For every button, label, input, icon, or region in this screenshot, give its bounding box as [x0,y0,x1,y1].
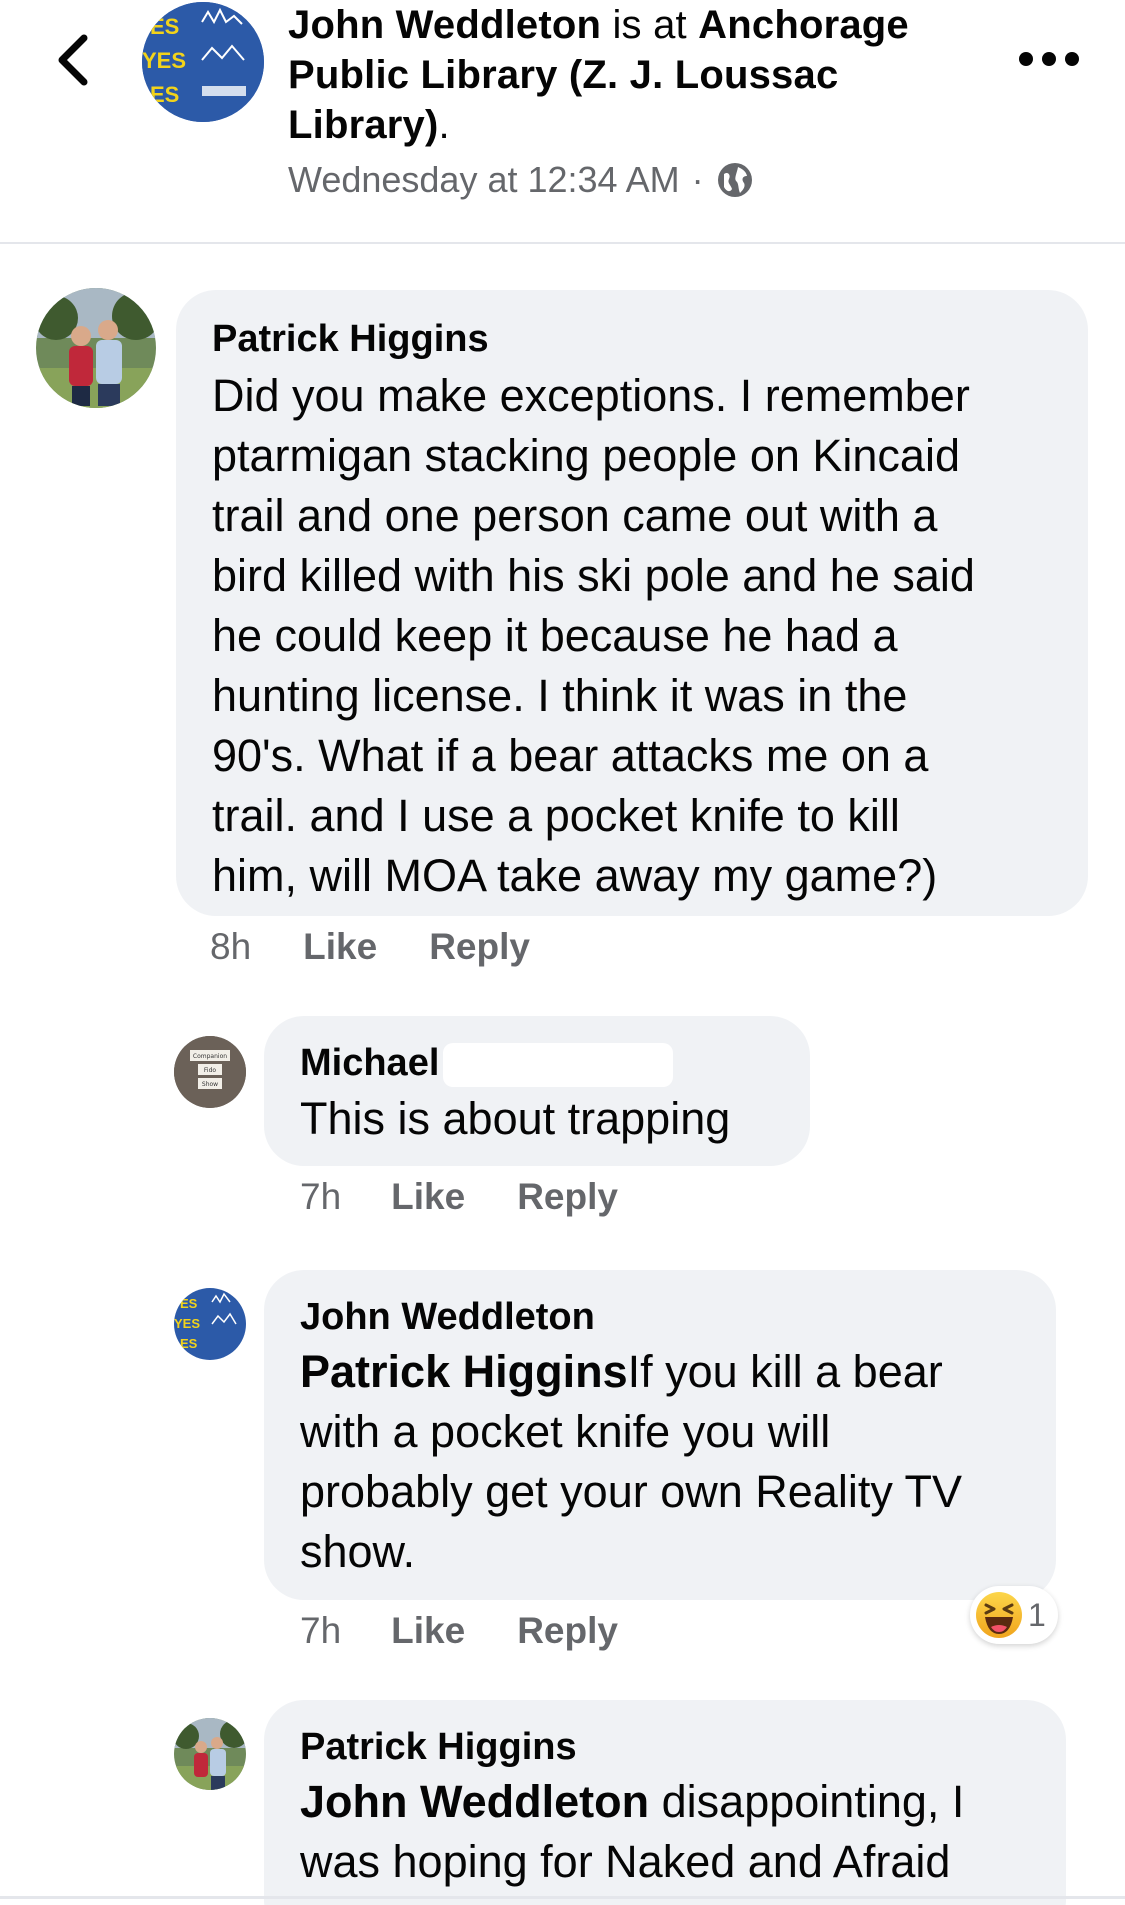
comment-actions: 7h Like Reply [300,1610,618,1652]
comment-line: hunting license. I think it was in the [212,670,908,721]
comment-time[interactable]: 8h [210,926,251,968]
place-link-line3[interactable]: Library) [288,103,439,147]
place-link-line1[interactable]: Anchorage [698,3,909,47]
more-dot-icon [1019,52,1033,66]
comment-line: Did you make exceptions. I remember [212,370,970,421]
reply-button[interactable]: Reply [517,1176,618,1218]
comment-line: trail and one person came out with a [212,490,938,541]
svg-text:YES: YES [174,1316,200,1331]
comment-line: bird killed with his ski pole and he sai… [212,550,975,601]
comment-line-text: If you kill a bear [627,1346,943,1397]
svg-text:ES: ES [180,1336,198,1351]
svg-text:Show: Show [202,1081,218,1088]
post-header-text: John Weddleton is at Anchorage Public Li… [288,0,1008,202]
comment-text: This is about trapping [300,1089,774,1149]
back-button[interactable] [44,30,104,90]
comment-time[interactable]: 7h [300,1610,341,1652]
place-link-line2[interactable]: Public Library (Z. J. Loussac [288,53,838,97]
reaction-summary[interactable]: 1 [970,1586,1058,1644]
comment-line: 90's. What if a bear attacks me on a [212,730,929,781]
page-name-link[interactable]: John Weddleton [288,3,601,47]
page-avatar[interactable]: ES YES ES [142,2,264,122]
reply-button[interactable]: Reply [517,1610,618,1652]
reply-button[interactable]: Reply [429,926,530,968]
avatar[interactable] [174,1718,246,1790]
more-options-button[interactable] [1019,44,1079,74]
comment-line: trail. and I use a pocket knife to kill [212,790,900,841]
comment-bubble[interactable]: Patrick Higgins John Weddleton disappoin… [264,1700,1066,1905]
comment-line: John Weddleton disappointing, I [300,1772,1030,1832]
post-meta: Wednesday at 12:34 AM · [288,158,1008,202]
comment-line: was hoping for Naked and Afraid [300,1836,951,1887]
comment-bubble[interactable]: Michael This is about trapping [264,1016,810,1166]
post-title-line3: Library). [288,100,1008,150]
comment-line: him, will MOA take away my game?) [212,850,938,901]
avatar[interactable]: ES YES ES [174,1288,246,1360]
comment-text: Did you make exceptions. I remember ptar… [212,366,1052,906]
svg-text:ES: ES [150,82,179,107]
title-connector: is at [601,3,699,47]
comment-line: he could keep it because he had a [212,610,898,661]
comment-line: show. [300,1526,416,1577]
comment-actions: 8h Like Reply [210,926,530,968]
post-title: John Weddleton is at Anchorage [288,0,1008,50]
comment-author[interactable]: John Weddleton [300,1294,1020,1340]
comment-line: ptarmigan stacking people on Kincaid [212,430,960,481]
more-dot-icon [1042,52,1056,66]
post-timestamp[interactable]: Wednesday at 12:34 AM [288,158,680,202]
comment-author[interactable]: Patrick Higgins [212,316,1052,362]
comment-line: This is about trapping [300,1092,731,1144]
haha-reaction-icon [976,1592,1022,1638]
comment: Patrick Higgins Did you make exceptions.… [0,286,1125,986]
redaction-block [443,1042,674,1087]
avatar[interactable] [36,288,156,408]
title-suffix: . [438,103,450,147]
svg-text:ES: ES [180,1296,198,1311]
svg-text:ES: ES [150,14,179,39]
more-dot-icon [1065,52,1079,66]
svg-text:Companion: Companion [193,1053,227,1060]
comment: Companion Fido Show Michael This is abou… [0,1016,1125,1246]
comment-line-text: disappointing, I [649,1776,965,1827]
bottom-divider [0,1896,1125,1899]
comment-actions: 7h Like Reply [300,1176,618,1218]
globe-icon[interactable] [716,161,754,199]
comment-bubble[interactable]: Patrick Higgins Did you make exceptions.… [176,290,1088,916]
comment-author[interactable]: Michael [300,1040,774,1087]
comment-text: Patrick HigginsIf you kill a bear with a… [300,1342,1020,1582]
comment-line: with a pocket knife you will [300,1406,831,1457]
mention-link[interactable]: John Weddleton [300,1776,649,1827]
comment-bubble[interactable]: John Weddleton Patrick HigginsIf you kil… [264,1270,1056,1600]
reaction-count: 1 [1028,1596,1046,1633]
comment: ES YES ES John Weddleton Patrick Higgins… [0,1270,1125,1670]
comment-time[interactable]: 7h [300,1176,341,1218]
chevron-left-icon [58,34,88,86]
comment-author-name[interactable]: Michael [300,1042,439,1084]
meta-separator: · [691,159,704,200]
comment-line: probably get your own Reality TV [300,1466,963,1517]
like-button[interactable]: Like [391,1176,465,1218]
like-button[interactable]: Like [391,1610,465,1652]
post-title-line2: Public Library (Z. J. Loussac [288,50,1008,100]
comment-text: John Weddleton disappointing, I was hopi… [300,1772,1030,1892]
comment-author[interactable]: Patrick Higgins [300,1724,1030,1770]
svg-text:YES: YES [142,48,186,73]
like-button[interactable]: Like [303,926,377,968]
comment-line: Patrick HigginsIf you kill a bear [300,1342,1020,1402]
post-header: ES YES ES John Weddleton is at Anchorage… [0,0,1125,244]
svg-text:Fido: Fido [204,1067,216,1074]
mention-link[interactable]: Patrick Higgins [300,1346,628,1397]
avatar[interactable]: Companion Fido Show [174,1036,246,1108]
comment: Patrick Higgins John Weddleton disappoin… [0,1700,1125,1905]
